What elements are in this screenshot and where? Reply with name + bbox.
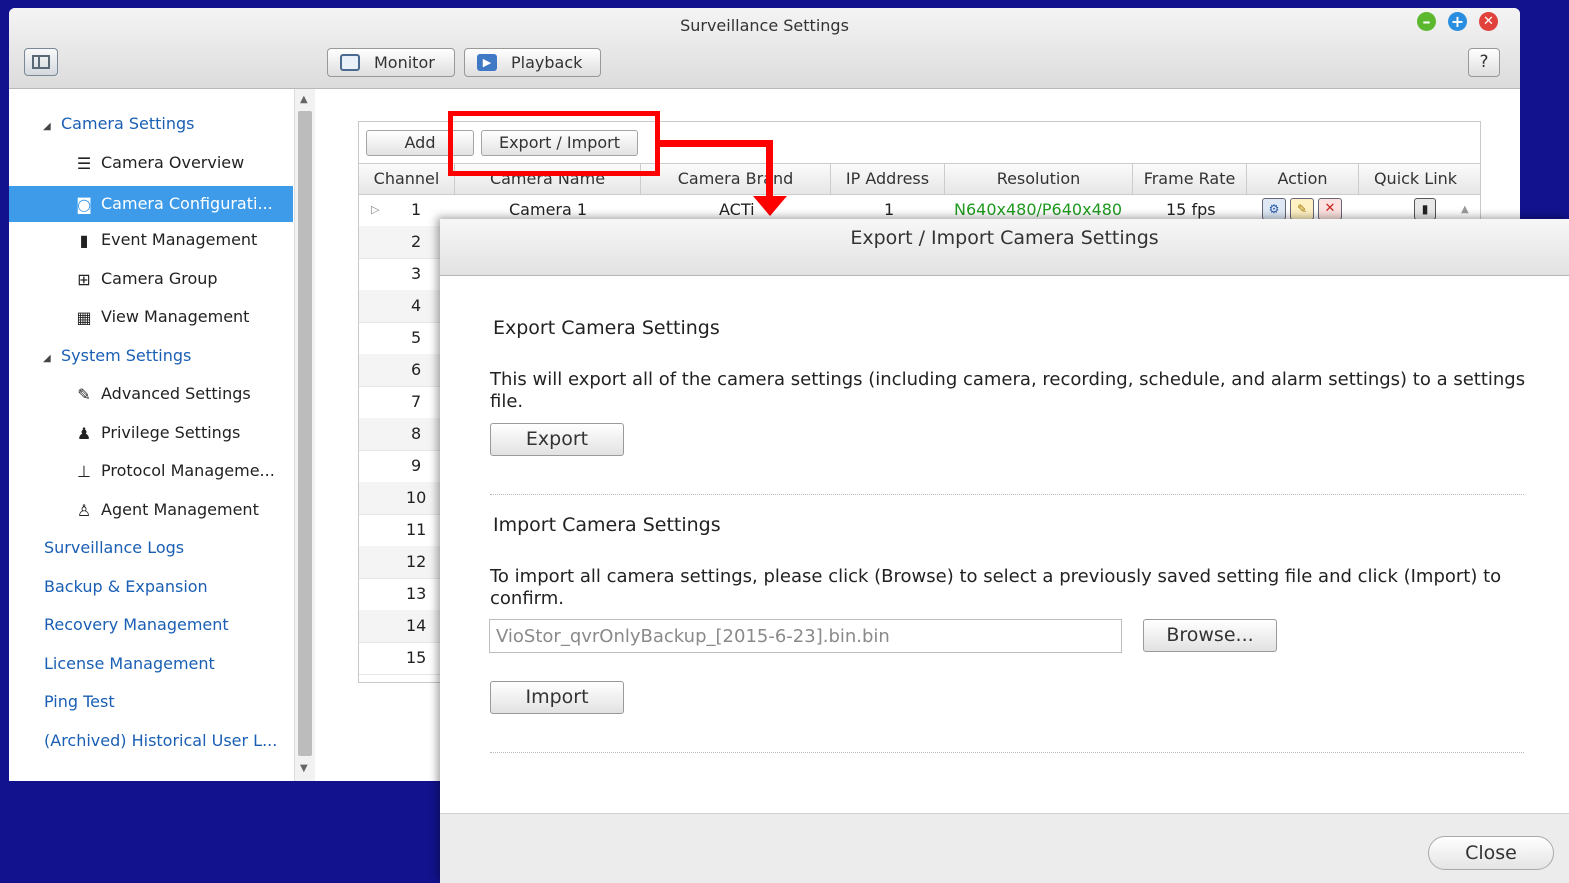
- file-path-input[interactable]: [489, 619, 1122, 653]
- channel-cell: 9: [411, 456, 422, 475]
- column-camera-brand[interactable]: Camera Brand: [641, 164, 831, 194]
- channel-cell: 7: [411, 392, 422, 411]
- browse-button[interactable]: Browse...: [1143, 619, 1277, 652]
- channel-cell: 8: [411, 424, 422, 443]
- edit-camera-icon[interactable]: ⚙: [1262, 198, 1286, 220]
- column-channel[interactable]: Channel: [359, 164, 455, 194]
- play-icon: ▶: [477, 54, 497, 71]
- agent-icon: ♙: [76, 500, 92, 520]
- channel-cell: 5: [411, 328, 422, 347]
- column-frame-rate[interactable]: Frame Rate: [1133, 164, 1247, 194]
- camera-icon: ◙: [76, 194, 92, 214]
- sidebar-item-privilege-settings[interactable]: ♟ Privilege Settings: [9, 415, 294, 451]
- export-import-dialog: Export / Import Camera Settings Export C…: [440, 219, 1569, 883]
- scroll-down-icon[interactable]: ▼: [300, 763, 308, 774]
- sidebar: ◢ Camera Settings ☰ Camera Overview ◙ Camer…: [9, 89, 294, 781]
- alert-icon: ▮: [79, 230, 89, 250]
- column-quick-link[interactable]: Quick Link: [1359, 164, 1472, 194]
- sidebar-item-system-settings[interactable]: ◢ System Settings: [9, 338, 294, 374]
- sidebar-item-recovery-management[interactable]: Recovery Management: [44, 607, 229, 643]
- sidebar-item-backup-expansion[interactable]: Backup & Expansion: [44, 569, 208, 605]
- sidebar-toggle-button[interactable]: [24, 48, 58, 76]
- close-icon[interactable]: ✕: [1479, 12, 1498, 31]
- channel-cell: 12: [406, 552, 427, 571]
- highlight-arrow-line: [660, 140, 773, 147]
- sidebar-item-ping-test[interactable]: Ping Test: [44, 684, 115, 720]
- user-icon: ♟: [76, 423, 92, 443]
- column-action[interactable]: Action: [1247, 164, 1359, 194]
- sidebar-item-protocol-management[interactable]: ⊥ Protocol Manageme...: [9, 453, 294, 489]
- minimize-icon[interactable]: –: [1417, 12, 1436, 31]
- channel-cell: 15: [406, 648, 427, 667]
- import-description: To import all camera settings, please cl…: [490, 566, 1502, 609]
- channel-cell: 1: [411, 200, 422, 219]
- column-ip-address[interactable]: IP Address: [831, 164, 945, 194]
- monitor-button[interactable]: Monitor: [327, 48, 455, 77]
- sidebar-item-license-management[interactable]: License Management: [44, 646, 215, 682]
- channel-cell: 6: [411, 360, 422, 379]
- sidebar-item-view-management[interactable]: ▦ View Management: [9, 299, 294, 335]
- scrollbar-thumb[interactable]: [298, 111, 312, 756]
- sidebar-item-event-management[interactable]: ▮ Event Management: [9, 222, 294, 258]
- channel-cell: 3: [411, 264, 422, 283]
- collapse-icon: ◢: [43, 353, 51, 364]
- import-button[interactable]: Import: [490, 681, 624, 714]
- expand-row-icon[interactable]: ▷: [371, 194, 379, 226]
- lock-icon[interactable]: ▮: [1414, 198, 1436, 220]
- sidebar-scrollbar[interactable]: ▲ ▼: [294, 89, 315, 781]
- divider: [490, 752, 1524, 753]
- wrench-icon: ✎: [77, 384, 91, 404]
- export-button[interactable]: Export: [490, 423, 624, 456]
- sidebar-item-camera-group[interactable]: ⊞ Camera Group: [9, 261, 294, 297]
- maximize-icon[interactable]: +: [1448, 12, 1467, 31]
- highlight-arrow-head: [753, 196, 787, 216]
- help-button[interactable]: ?: [1468, 48, 1500, 77]
- sidebar-item-historical-user-logs[interactable]: (Archived) Historical User L...: [44, 723, 277, 759]
- title-bar: Surveillance Settings – + ✕ Monitor ▶ Pl…: [9, 8, 1520, 89]
- playback-label: Playback: [511, 53, 583, 72]
- channel-cell: 4: [411, 296, 422, 315]
- sidebar-item-surveillance-logs[interactable]: Surveillance Logs: [44, 530, 184, 566]
- scroll-up-icon[interactable]: ▲: [300, 94, 308, 105]
- monitor-label: Monitor: [374, 53, 435, 72]
- channel-cell: 13: [406, 584, 427, 603]
- highlight-arrow-line: [766, 140, 773, 200]
- highlight-box: [448, 111, 660, 176]
- channel-cell: 10: [406, 488, 427, 507]
- channel-cell: 2: [411, 232, 422, 251]
- dialog-title: Export / Import Camera Settings: [440, 219, 1569, 276]
- playback-button[interactable]: ▶ Playback: [464, 48, 601, 77]
- dialog-footer: Close: [440, 813, 1569, 883]
- pencil-icon[interactable]: ✎: [1290, 198, 1314, 220]
- channel-cell: 14: [406, 616, 427, 635]
- column-resolution[interactable]: Resolution: [945, 164, 1133, 194]
- sidebar-item-camera-overview[interactable]: ☰ Camera Overview: [9, 145, 294, 181]
- close-button[interactable]: Close: [1428, 836, 1554, 870]
- list-icon: ☰: [76, 153, 92, 173]
- export-description: This will export all of the camera setti…: [490, 369, 1526, 412]
- window-title: Surveillance Settings: [680, 16, 849, 35]
- export-heading: Export Camera Settings: [493, 317, 720, 339]
- channel-cell: 11: [406, 520, 427, 539]
- collapse-icon: ◢: [43, 121, 51, 132]
- divider: [490, 494, 1524, 495]
- monitor-icon: [340, 54, 360, 71]
- sidebar-item-advanced-settings[interactable]: ✎ Advanced Settings: [9, 376, 294, 412]
- panel-icon: [32, 55, 50, 69]
- delete-icon[interactable]: ✕: [1318, 198, 1342, 220]
- network-icon: ⊥: [77, 461, 91, 481]
- group-icon: ⊞: [77, 269, 91, 289]
- import-heading: Import Camera Settings: [493, 514, 721, 536]
- grid-icon: ▦: [76, 307, 92, 327]
- sidebar-item-agent-management[interactable]: ♙ Agent Management: [9, 492, 294, 528]
- sidebar-item-camera-settings[interactable]: ◢ Camera Settings: [9, 106, 294, 142]
- sidebar-item-camera-configuration[interactable]: ◙ Camera Configurati...: [9, 186, 293, 222]
